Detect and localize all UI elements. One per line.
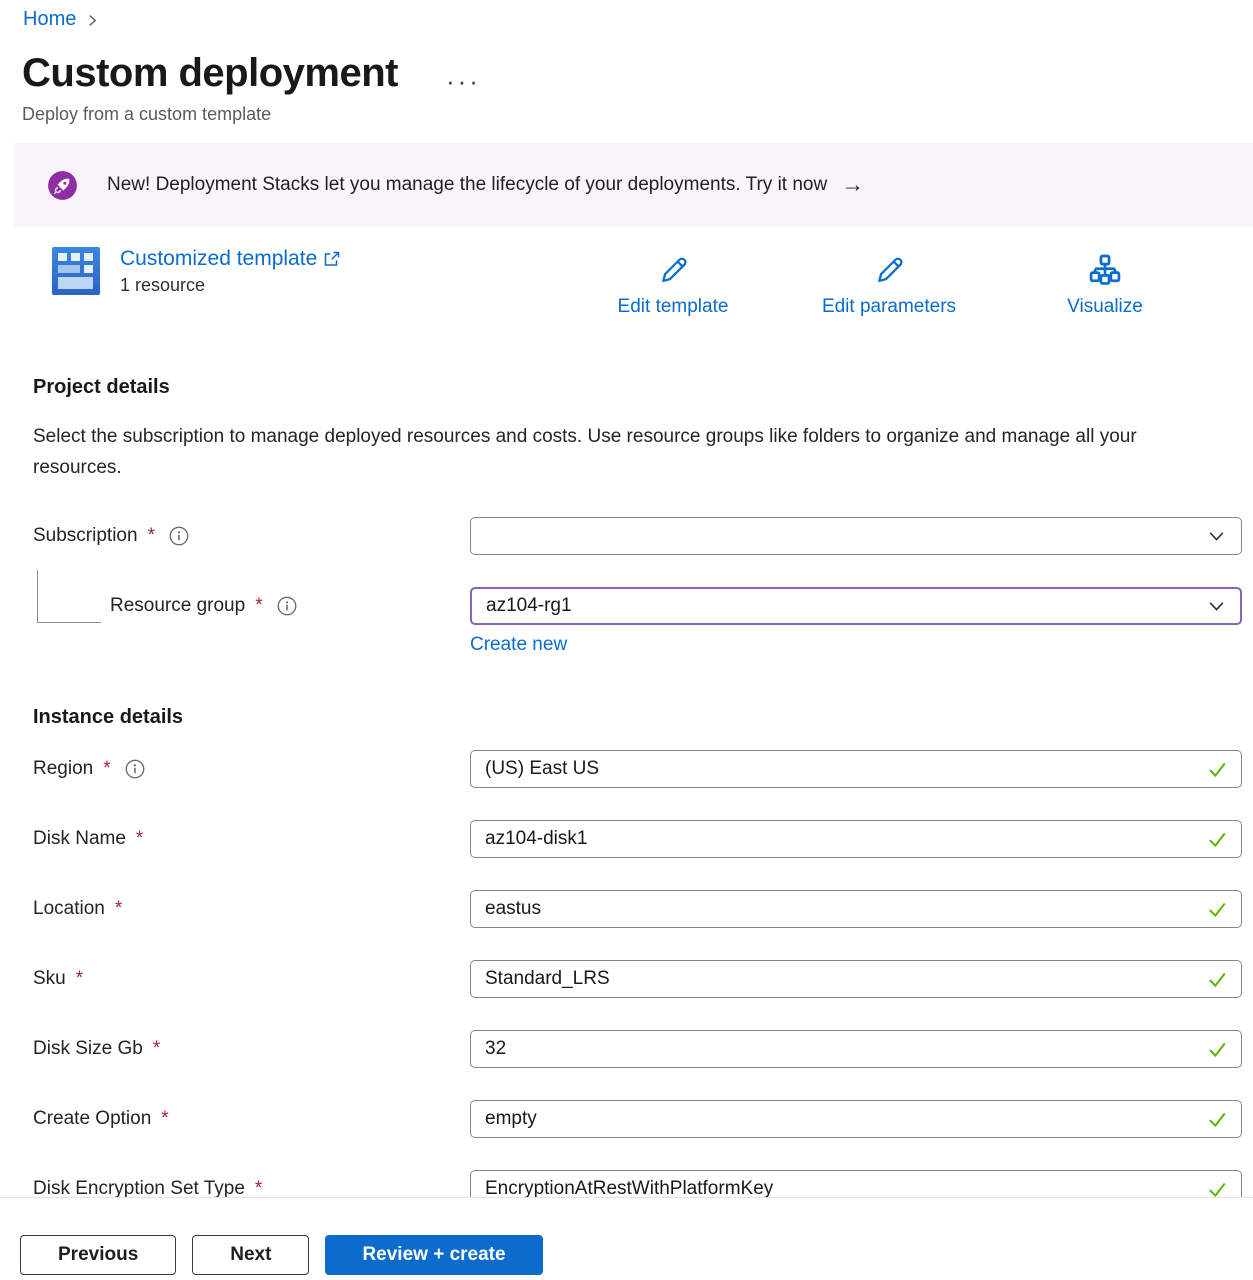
instance-details-heading: Instance details [33, 706, 1253, 729]
edit-parameters-button[interactable]: Edit parameters [781, 253, 997, 318]
project-details-description: Select the subscription to manage deploy… [33, 421, 1188, 483]
required-marker: * [76, 968, 83, 990]
edit-parameters-label: Edit parameters [822, 296, 956, 318]
required-marker: * [148, 525, 155, 547]
chevron-right-icon [86, 14, 99, 27]
pencil-icon [655, 253, 691, 289]
visualize-button[interactable]: Visualize [997, 253, 1213, 318]
create-option-row: Create Option * [33, 1100, 1242, 1138]
valid-check-icon [1206, 1038, 1228, 1060]
resource-group-row: Resource group * az104-rg1 [33, 587, 1242, 625]
disk-size-label: Disk Size Gb [33, 1038, 143, 1060]
required-marker: * [103, 758, 110, 780]
review-create-button[interactable]: Review + create [325, 1235, 542, 1275]
field-connector-line [37, 570, 101, 623]
region-label: Region [33, 758, 93, 780]
banner-message: New! Deployment Stacks let you manage th… [107, 174, 827, 196]
template-summary: Customized template 1 resource Edit temp… [52, 247, 1213, 318]
required-marker: * [255, 595, 262, 617]
hierarchy-icon [1087, 253, 1123, 289]
sku-label: Sku [33, 968, 66, 990]
resource-group-label: Resource group [110, 595, 245, 617]
create-option-label: Create Option [33, 1108, 151, 1130]
disk-name-row: Disk Name * [33, 820, 1242, 858]
required-marker: * [115, 898, 122, 920]
sku-input[interactable] [470, 960, 1242, 998]
edit-template-button[interactable]: Edit template [565, 253, 781, 318]
disk-name-label: Disk Name [33, 828, 126, 850]
breadcrumb: Home [0, 0, 1253, 31]
location-label: Location [33, 898, 105, 920]
page-title: Custom deployment [22, 51, 398, 96]
region-row: Region * [33, 750, 1242, 788]
previous-button[interactable]: Previous [20, 1235, 176, 1275]
arrow-right-icon[interactable]: → [841, 171, 864, 198]
customized-template-label: Customized template [120, 247, 317, 271]
resource-count: 1 resource [120, 275, 340, 296]
disk-size-row: Disk Size Gb * [33, 1030, 1242, 1068]
footer-action-bar: Previous Next Review + create [0, 1197, 1253, 1280]
create-new-link[interactable]: Create new [470, 634, 567, 656]
info-icon[interactable] [169, 526, 189, 546]
pencil-icon [871, 253, 907, 289]
valid-check-icon [1206, 758, 1228, 780]
sku-row: Sku * [33, 960, 1242, 998]
more-options-ellipsis-icon[interactable]: ··· [446, 76, 481, 86]
info-icon[interactable] [277, 596, 297, 616]
project-details-heading: Project details [33, 376, 1253, 399]
rocket-icon [48, 171, 77, 200]
edit-template-label: Edit template [618, 296, 729, 318]
breadcrumb-home-link[interactable]: Home [23, 8, 76, 31]
valid-check-icon [1206, 968, 1228, 990]
resource-group-value: az104-rg1 [486, 595, 572, 617]
next-button[interactable]: Next [192, 1235, 309, 1275]
visualize-label: Visualize [1067, 296, 1143, 318]
subscription-select[interactable] [470, 517, 1242, 555]
region-input[interactable] [470, 750, 1242, 788]
resource-group-select[interactable]: az104-rg1 [470, 587, 1242, 625]
create-option-input[interactable] [470, 1100, 1242, 1138]
page-subtitle: Deploy from a custom template [22, 104, 1253, 125]
customized-template-link[interactable]: Customized template [120, 247, 340, 271]
disk-size-input[interactable] [470, 1030, 1242, 1068]
valid-check-icon [1206, 898, 1228, 920]
custom-deployment-page: Home Custom deployment ··· Deploy from a… [0, 0, 1253, 1280]
required-marker: * [153, 1038, 160, 1060]
required-marker: * [136, 828, 143, 850]
subscription-label: Subscription [33, 525, 138, 547]
template-icon [52, 247, 100, 295]
location-input[interactable] [470, 890, 1242, 928]
valid-check-icon [1206, 828, 1228, 850]
valid-check-icon [1206, 1108, 1228, 1130]
required-marker: * [161, 1108, 168, 1130]
subscription-row: Subscription * [33, 517, 1242, 555]
deployment-stacks-banner[interactable]: New! Deployment Stacks let you manage th… [14, 143, 1253, 227]
disk-name-input[interactable] [470, 820, 1242, 858]
info-icon[interactable] [125, 759, 145, 779]
location-row: Location * [33, 890, 1242, 928]
external-link-icon [324, 251, 340, 267]
